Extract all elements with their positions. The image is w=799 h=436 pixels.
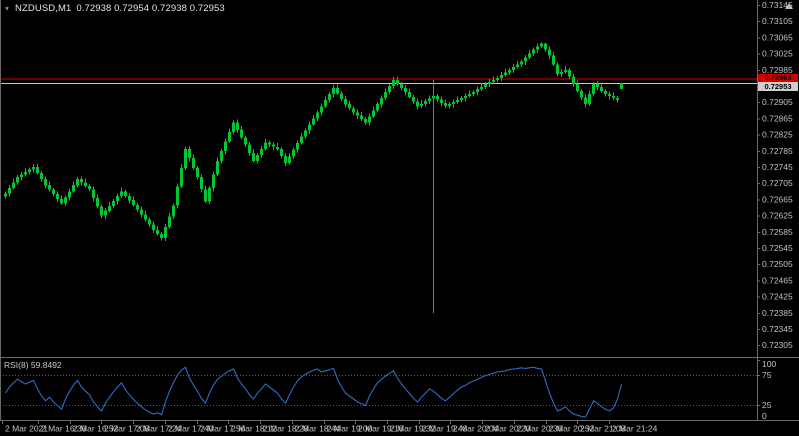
symbol-timeframe-label: NZDUSD,M1 — [15, 3, 72, 14]
price-axis[interactable]: 0.731450.731050.730650.730250.729850.729… — [757, 0, 793, 350]
rsi-level-lines — [0, 375, 757, 406]
ohlc-quote-label: 0.72938 0.72954 0.72938 0.72953 — [76, 3, 225, 14]
time-axis-label: 2 Mar 21:24 — [612, 424, 658, 434]
price-axis-label: 0.72505 — [762, 259, 793, 269]
price-axis-label: 0.72825 — [762, 130, 793, 140]
price-axis-label: 0.72625 — [762, 211, 793, 221]
price-axis-label: 0.73065 — [762, 32, 793, 42]
rsi-line — [5, 366, 623, 418]
price-axis-label: 0.72905 — [762, 97, 793, 107]
price-axis-label: 0.73105 — [762, 16, 793, 26]
ask-price-tag: 0.72963 — [758, 74, 798, 82]
price-axis-label: 0.72305 — [762, 340, 793, 350]
mt4-chart-window: 0.73145 0.73105 0.73065 0.73025 0.72985 0.729… — [0, 0, 799, 436]
price-axis-label: 0.72705 — [762, 178, 793, 188]
rsi-indicator-label: RSI(8) 59.8492 — [4, 360, 62, 370]
price-axis-label: 0.72345 — [762, 324, 793, 334]
candlestick-chart[interactable]: 0.731450.731050.730650.730250.729850.729… — [0, 0, 799, 436]
rsi-scale-label: 25 — [762, 400, 772, 410]
rsi-scale-label: 100 — [762, 359, 776, 369]
price-axis-label: 0.72385 — [762, 308, 793, 318]
time-axis[interactable]: 2 Mar 20212 Mar 16:362 Mar 16:522 Mar 17… — [2, 421, 658, 434]
chart-shift-marker-icon[interactable] — [785, 3, 793, 9]
price-axis-label: 0.72465 — [762, 275, 793, 285]
price-axis-label: 0.72545 — [762, 243, 793, 253]
rsi-scale-label: 75 — [762, 370, 772, 380]
bid-price-tag: 0.72953 — [758, 82, 798, 91]
price-axis-label: 0.72865 — [762, 113, 793, 123]
rsi-scale[interactable]: 10075 250 — [757, 359, 776, 421]
price-axis-label: 0.72425 — [762, 292, 793, 302]
price-axis-label: 0.72585 — [762, 227, 793, 237]
price-axis-label: 0.73025 — [762, 49, 793, 59]
chart-title: ▼ NZDUSD,M1 0.72938 0.72954 0.72938 0.72… — [4, 3, 225, 14]
chevron-down-icon[interactable]: ▼ — [4, 6, 10, 12]
price-axis-label: 0.72785 — [762, 146, 793, 156]
rsi-scale-label: 0 — [762, 411, 767, 421]
price-axis-label: 0.72665 — [762, 194, 793, 204]
price-axis-label: 0.72745 — [762, 162, 793, 172]
chart-frame — [0, 0, 799, 421]
